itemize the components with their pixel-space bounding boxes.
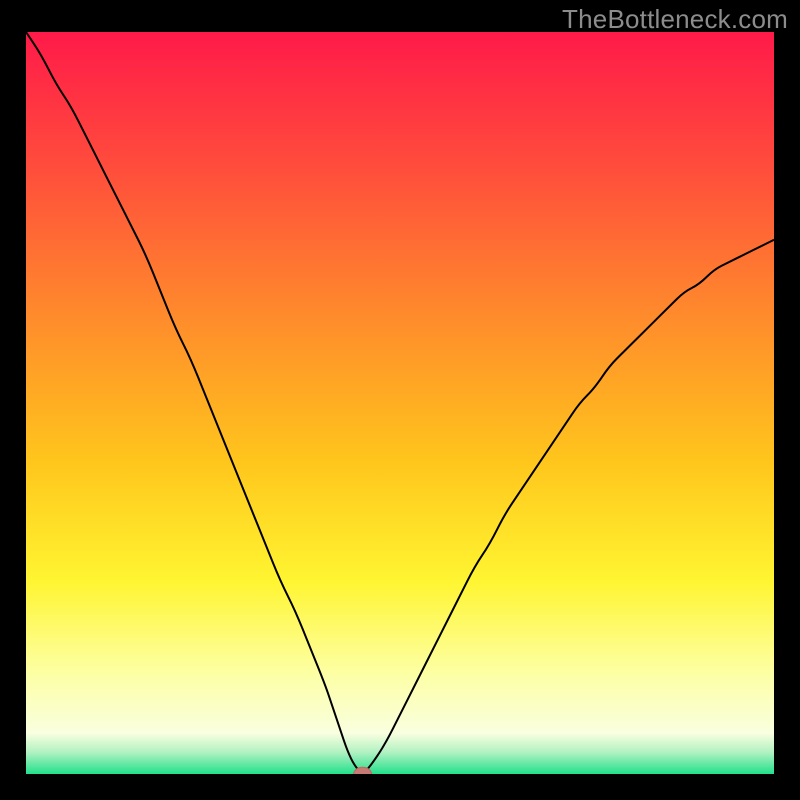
watermark-text: TheBottleneck.com <box>562 4 788 35</box>
chart-frame: TheBottleneck.com <box>0 0 800 800</box>
bottleneck-chart <box>26 32 774 774</box>
gradient-background <box>26 32 774 774</box>
